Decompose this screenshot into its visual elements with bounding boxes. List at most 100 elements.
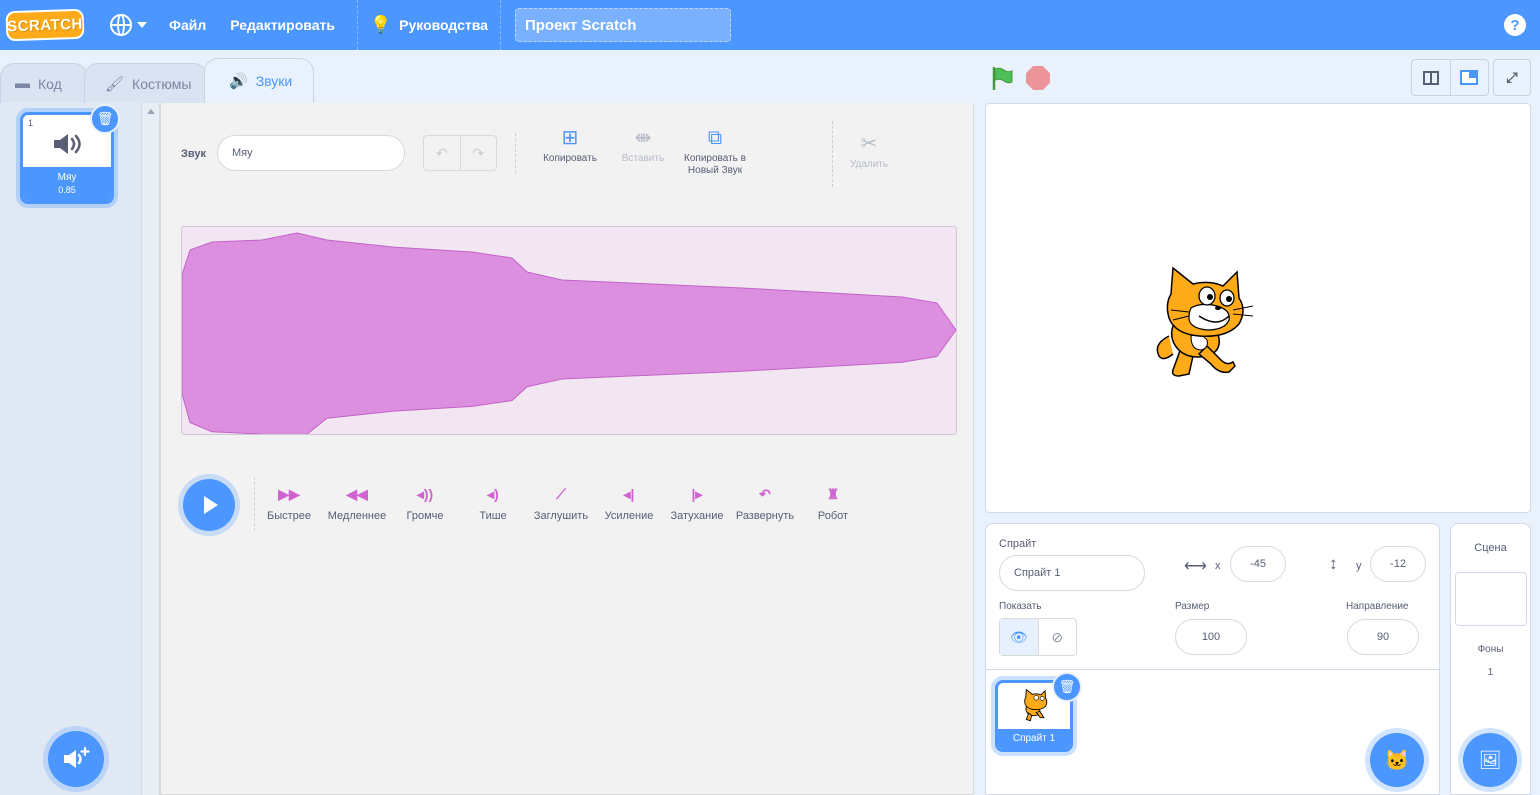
waveform-area[interactable] [181, 226, 957, 435]
x-position-input[interactable] [1230, 546, 1286, 582]
menu-divider [499, 0, 501, 50]
effect-faster-button[interactable]: ▶▶ Быстрее [253, 486, 325, 522]
effect-label: Заглушить [533, 510, 589, 522]
scroll-up-icon[interactable] [147, 109, 155, 114]
trash-icon: 🗑 [96, 111, 114, 126]
file-menu[interactable]: Файл [157, 0, 218, 50]
copy-button[interactable]: ⊞ Копировать [537, 127, 603, 165]
copy-new-label: Копировать в Новый Звук [684, 153, 746, 176]
edit-menu[interactable]: Редактировать [218, 0, 347, 50]
sound-name-input[interactable] [217, 135, 405, 171]
redo-button[interactable]: ↷ [461, 136, 497, 170]
stage-selector[interactable]: Сцена Фоны 1 🖼 [1450, 523, 1531, 795]
delete-sound-button[interactable]: 🗑 [90, 104, 120, 134]
undo-button[interactable]: ↶ [424, 136, 461, 170]
show-label: Показать [999, 601, 1042, 612]
project-title-input[interactable] [514, 8, 731, 42]
effect-robot-button[interactable]: ♜ Робот [797, 486, 869, 522]
copy-to-new-icon: ⧉ [707, 127, 723, 149]
fade-in-icon: ◂| [623, 486, 635, 502]
size-label: Размер [1175, 601, 1210, 612]
hide-sprite-button[interactable]: ⊘ [1039, 619, 1077, 655]
y-position-input[interactable] [1370, 546, 1426, 582]
eye-off-icon: ⊘ [1051, 628, 1064, 645]
stage-size-toggle [1411, 59, 1489, 96]
speaker-icon: 🔊 [229, 73, 248, 90]
delete-selection-button[interactable]: ✂ Удалить [841, 133, 897, 171]
delete-label: Удалить [849, 159, 889, 170]
code-icon: ▬ [15, 75, 30, 92]
large-stage-button[interactable] [1451, 60, 1489, 95]
waveform [182, 232, 956, 434]
sound-list-scrollbar[interactable] [142, 103, 160, 795]
sound-item-name: Мяу [57, 172, 77, 183]
direction-input[interactable] [1347, 619, 1419, 655]
fade-out-icon: |▸ [691, 486, 703, 502]
effect-reverse-button[interactable]: ↶ Развернуть [729, 486, 801, 522]
faster-icon: ▶▶ [278, 486, 300, 502]
tab-costumes-label: Костюмы [132, 75, 192, 92]
trash-icon: 🗑 [1058, 679, 1076, 694]
tutorials-menu[interactable]: 💡 Руководства [358, 0, 500, 50]
louder-icon: ◂)) [416, 486, 434, 502]
play-button[interactable] [183, 479, 235, 531]
copy-to-new-button[interactable]: ⧉ Копировать в Новый Звук [677, 127, 753, 177]
reverse-icon: ↶ [759, 486, 771, 502]
copy-selection-icon: ⊞ [561, 127, 579, 149]
size-input[interactable] [1175, 619, 1247, 655]
cat-sprite[interactable] [1151, 266, 1261, 382]
globe-icon [110, 14, 132, 36]
effect-fade-out-button[interactable]: |▸ Затухание [661, 486, 733, 522]
effect-label: Медленнее [327, 510, 387, 522]
sound-name-label: Звук [181, 148, 207, 160]
toolbar-divider [832, 121, 833, 187]
toolbar-divider [515, 133, 516, 173]
sprite-info: Спрайт ⟷ x ↕ y Показать 👁 ⊘ Размер Напра… [986, 524, 1439, 670]
menu-bar: SCRATCH Файл Редактировать 💡 Руководства… [0, 0, 1540, 50]
copy-label: Копировать [543, 153, 597, 164]
effect-fade-in-button[interactable]: ◂| Усиление [593, 486, 665, 522]
scratch-logo[interactable]: SCRATCH [5, 8, 85, 42]
stop-icon[interactable] [1026, 66, 1050, 90]
tab-code-label: Код [38, 75, 62, 92]
add-sound-button[interactable] [48, 731, 104, 787]
effect-slower-button[interactable]: ◀◀ Медленнее [321, 486, 393, 522]
effect-label: Быстрее [266, 510, 312, 522]
language-menu[interactable] [100, 0, 157, 50]
show-sprite-button[interactable]: 👁 [1000, 619, 1039, 655]
tab-sounds[interactable]: 🔊 Звуки [204, 58, 314, 103]
stage-title: Сцена [1474, 542, 1507, 554]
scissors-icon: ✂ [860, 133, 878, 155]
help-icon[interactable]: ? [1504, 14, 1526, 36]
effect-label: Развернуть [735, 510, 795, 522]
add-sound-icon [64, 747, 90, 768]
editor-tabs: ▬ Код 🖌 Костюмы 🔊 Звуки [0, 58, 314, 103]
effect-label: Тише [479, 510, 507, 522]
green-flag-icon[interactable] [990, 66, 1014, 90]
delete-sprite-button[interactable]: 🗑 [1052, 672, 1082, 702]
sprite-item-name: Спрайт 1 [998, 729, 1070, 749]
stage-canvas[interactable] [985, 103, 1531, 513]
effect-louder-button[interactable]: ◂)) Громче [389, 486, 461, 522]
tab-costumes[interactable]: 🖌 Костюмы [84, 63, 208, 103]
chevron-down-icon [137, 22, 147, 28]
stage-thumbnail [1454, 572, 1527, 626]
small-stage-button[interactable] [1412, 60, 1451, 95]
sprite-name-input[interactable] [999, 555, 1145, 591]
fullscreen-button[interactable]: ⤢ [1493, 59, 1531, 96]
effect-label: Робот [817, 510, 849, 522]
robot-icon: ♜ [826, 486, 840, 502]
paste-button[interactable]: ⇼ Вставить [611, 127, 675, 165]
eye-icon: 👁 [1009, 628, 1028, 645]
effect-label: Громче [406, 510, 444, 522]
x-position-icon: ⟷ [1184, 558, 1207, 575]
effect-mute-button[interactable]: ⟋ Заглушить [525, 486, 597, 522]
choose-backdrop-button[interactable]: 🖼 [1463, 733, 1517, 787]
effect-softer-button[interactable]: ◂) Тише [457, 486, 529, 522]
tab-code[interactable]: ▬ Код [0, 63, 88, 103]
effect-label: Затухание [670, 510, 724, 522]
choose-sprite-button[interactable]: 🐱 [1370, 733, 1424, 787]
paste-icon: ⇼ [634, 127, 652, 149]
sprite-pane: Спрайт ⟷ x ↕ y Показать 👁 ⊘ Размер Напра… [985, 523, 1440, 795]
sound-editor: Звук ↶ ↷ ⊞ Копировать ⇼ Вставить ⧉ Копир… [160, 103, 974, 795]
